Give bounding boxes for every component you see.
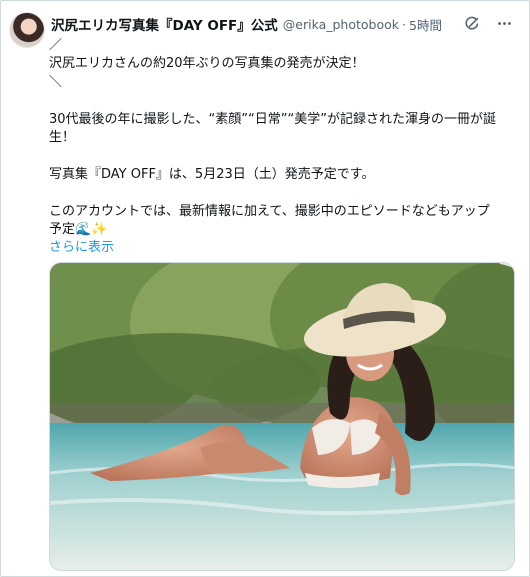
show-more-link[interactable]: さらに表示 <box>49 239 114 257</box>
tweet-header: 沢尻エリカ写真集『DAY OFF』公式 @erika_photobook · 5… <box>51 14 515 35</box>
tweet-text: ／ 沢尻エリカさんの約20年ぶりの写真集の発売が決定！ ＼ 30代最後の年に撮影… <box>49 37 515 258</box>
separator-dot: · <box>402 16 407 32</box>
tweet-line: ／ <box>49 38 63 53</box>
tweet-card[interactable]: 沢尻エリカ写真集『DAY OFF』公式 @erika_photobook · 5… <box>0 0 530 577</box>
display-name[interactable]: 沢尻エリカ写真集『DAY OFF』公式 <box>51 14 278 34</box>
tweet-line: 写真集『DAY OFF』は、5月23日（土）発売予定です。 <box>49 166 375 182</box>
tweet-line: 予定🌊✨ <box>49 222 108 238</box>
tweet-line: 生！ <box>49 130 76 146</box>
tweet-photo[interactable] <box>49 262 515 571</box>
tweet-line: ＼ <box>49 74 63 90</box>
more-icon[interactable] <box>495 14 513 32</box>
timestamp[interactable]: 5時間 <box>409 15 442 34</box>
avatar[interactable] <box>9 12 45 48</box>
grok-icon[interactable] <box>463 14 481 32</box>
user-handle[interactable]: @erika_photobook <box>283 17 399 32</box>
header-actions <box>463 14 513 32</box>
tweet-line: 30代最後の年に撮影した、“素顔”“日常”“美学”が記録された渾身の一冊が誕 <box>49 111 496 127</box>
tweet-line: このアカウントでは、最新情報に加えて、撮影中のエピソードなどもアップ <box>49 203 490 219</box>
tweet-line: 沢尻エリカさんの約20年ぶりの写真集の発売が決定！ <box>49 56 365 72</box>
